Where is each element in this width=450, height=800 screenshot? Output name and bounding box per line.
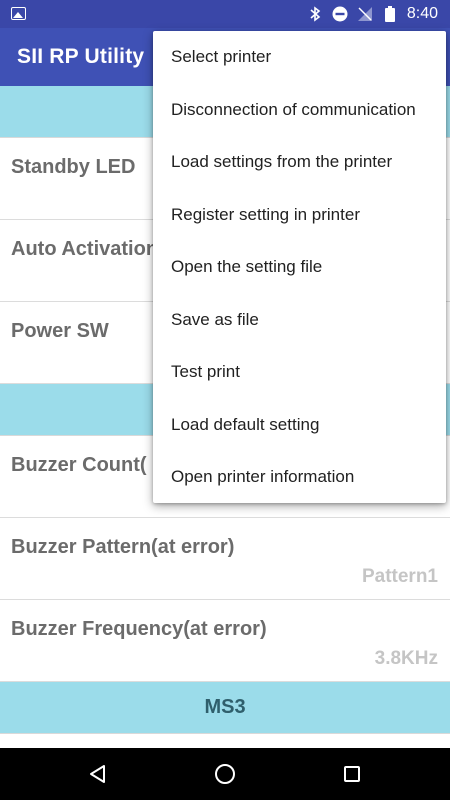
setting-label: Buzzer Frequency(at error) — [11, 618, 267, 640]
setting-value: Pattern1 — [361, 566, 438, 587]
status-bar: 8:40 — [0, 0, 450, 28]
setting-label: Power SW — [11, 320, 109, 342]
setting-label: Auto Activation — [11, 238, 159, 260]
overflow-menu: Select printer Disconnection of communic… — [153, 31, 446, 503]
menu-item-printer-info[interactable]: Open printer information — [153, 451, 446, 504]
menu-item-open-setting-file[interactable]: Open the setting file — [153, 241, 446, 294]
gallery-icon — [11, 7, 26, 20]
recents-icon[interactable] — [340, 762, 364, 786]
menu-item-select-printer[interactable]: Select printer — [153, 31, 446, 84]
setting-label: Standby LED — [11, 156, 136, 178]
setting-row-buzzer-pattern[interactable]: Buzzer Pattern(at error) Pattern1 — [0, 518, 450, 600]
bluetooth-icon — [307, 6, 323, 22]
status-time: 8:40 — [406, 5, 438, 22]
setting-value: 3.8KHz — [374, 648, 438, 669]
setting-label: Buzzer Count( — [11, 454, 147, 476]
battery-icon — [382, 6, 398, 22]
do-not-disturb-icon — [332, 6, 348, 22]
menu-item-register-setting[interactable]: Register setting in printer — [153, 189, 446, 242]
home-icon[interactable] — [213, 762, 237, 786]
app-title: SII RP Utility — [17, 45, 145, 68]
section-header-label: MS3 — [204, 696, 246, 718]
navigation-bar — [0, 748, 450, 800]
no-signal-icon — [357, 6, 373, 22]
menu-item-test-print[interactable]: Test print — [153, 346, 446, 399]
section-header-ms3: MS3 — [0, 682, 450, 734]
menu-item-save-as-file[interactable]: Save as file — [153, 294, 446, 347]
setting-row-buzzer-frequency[interactable]: Buzzer Frequency(at error) 3.8KHz — [0, 600, 450, 682]
back-icon[interactable] — [86, 762, 110, 786]
menu-item-load-settings[interactable]: Load settings from the printer — [153, 136, 446, 189]
menu-item-disconnect[interactable]: Disconnection of communication — [153, 84, 446, 137]
status-icons: 8:40 — [307, 4, 438, 24]
menu-item-load-default[interactable]: Load default setting — [153, 399, 446, 452]
setting-label: Buzzer Pattern(at error) — [11, 536, 235, 558]
